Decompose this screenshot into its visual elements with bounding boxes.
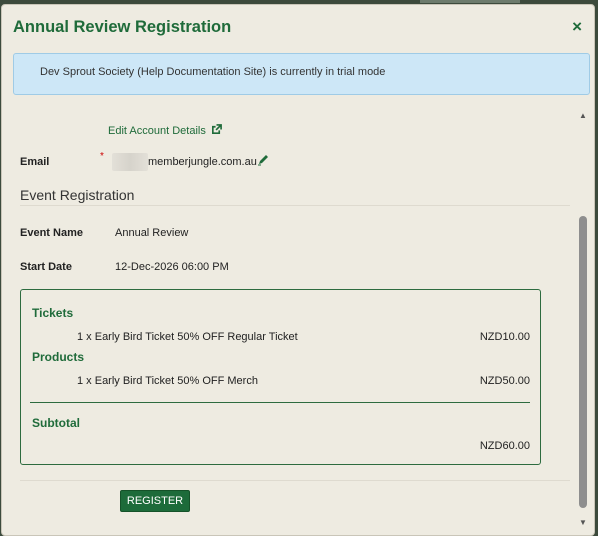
edit-account-label: Edit Account Details	[108, 125, 206, 137]
modal-header: Annual Review Registration ×	[2, 5, 594, 51]
product-item: 1 x Early Bird Ticket 50% OFF Merch	[77, 375, 258, 387]
event-name-value: Annual Review	[115, 227, 189, 239]
order-summary: Tickets 1 x Early Bird Ticket 50% OFF Re…	[20, 289, 541, 465]
start-date-label: Start Date	[20, 261, 72, 273]
subtotal-value: NZD60.00	[479, 440, 530, 452]
tickets-heading: Tickets	[32, 306, 74, 320]
external-link-icon	[211, 124, 222, 134]
trial-mode-alert: Dev Sprout Society (Help Documentation S…	[13, 53, 590, 95]
subtotal-heading: Subtotal	[32, 416, 80, 430]
required-marker: *	[100, 151, 104, 162]
close-icon[interactable]: ×	[572, 18, 582, 36]
scroll-down-arrow-icon[interactable]: ▼	[578, 518, 588, 528]
divider	[20, 205, 570, 206]
event-name-label: Event Name	[20, 227, 83, 239]
modal-title: Annual Review Registration	[13, 18, 232, 36]
scrollbar-thumb[interactable]	[579, 216, 587, 508]
product-price: NZD50.00	[479, 375, 530, 387]
start-date-value: 12-Dec-2026 06:00 PM	[115, 261, 229, 273]
section-title: Event Registration	[20, 187, 135, 203]
register-button[interactable]: REGISTER	[120, 490, 190, 512]
scroll-up-arrow-icon[interactable]: ▲	[578, 111, 588, 121]
modal-body: Edit Account Details Email * memberjungl…	[13, 107, 570, 532]
ticket-price: NZD10.00	[479, 331, 530, 343]
alert-text: Dev Sprout Society (Help Documentation S…	[40, 66, 386, 78]
registration-modal: Annual Review Registration × Dev Sprout …	[1, 4, 595, 536]
pencil-icon[interactable]	[257, 154, 269, 166]
edit-account-link[interactable]: Edit Account Details	[108, 124, 222, 137]
email-label: Email	[20, 156, 50, 168]
subtotal-divider	[30, 402, 530, 403]
divider	[20, 480, 570, 481]
email-value: memberjungle.com.au	[148, 156, 257, 168]
email-username-redacted	[112, 153, 148, 171]
ticket-item: 1 x Early Bird Ticket 50% OFF Regular Ti…	[77, 331, 298, 343]
products-heading: Products	[32, 350, 85, 364]
scrollbar[interactable]: ▲ ▼	[577, 109, 589, 530]
